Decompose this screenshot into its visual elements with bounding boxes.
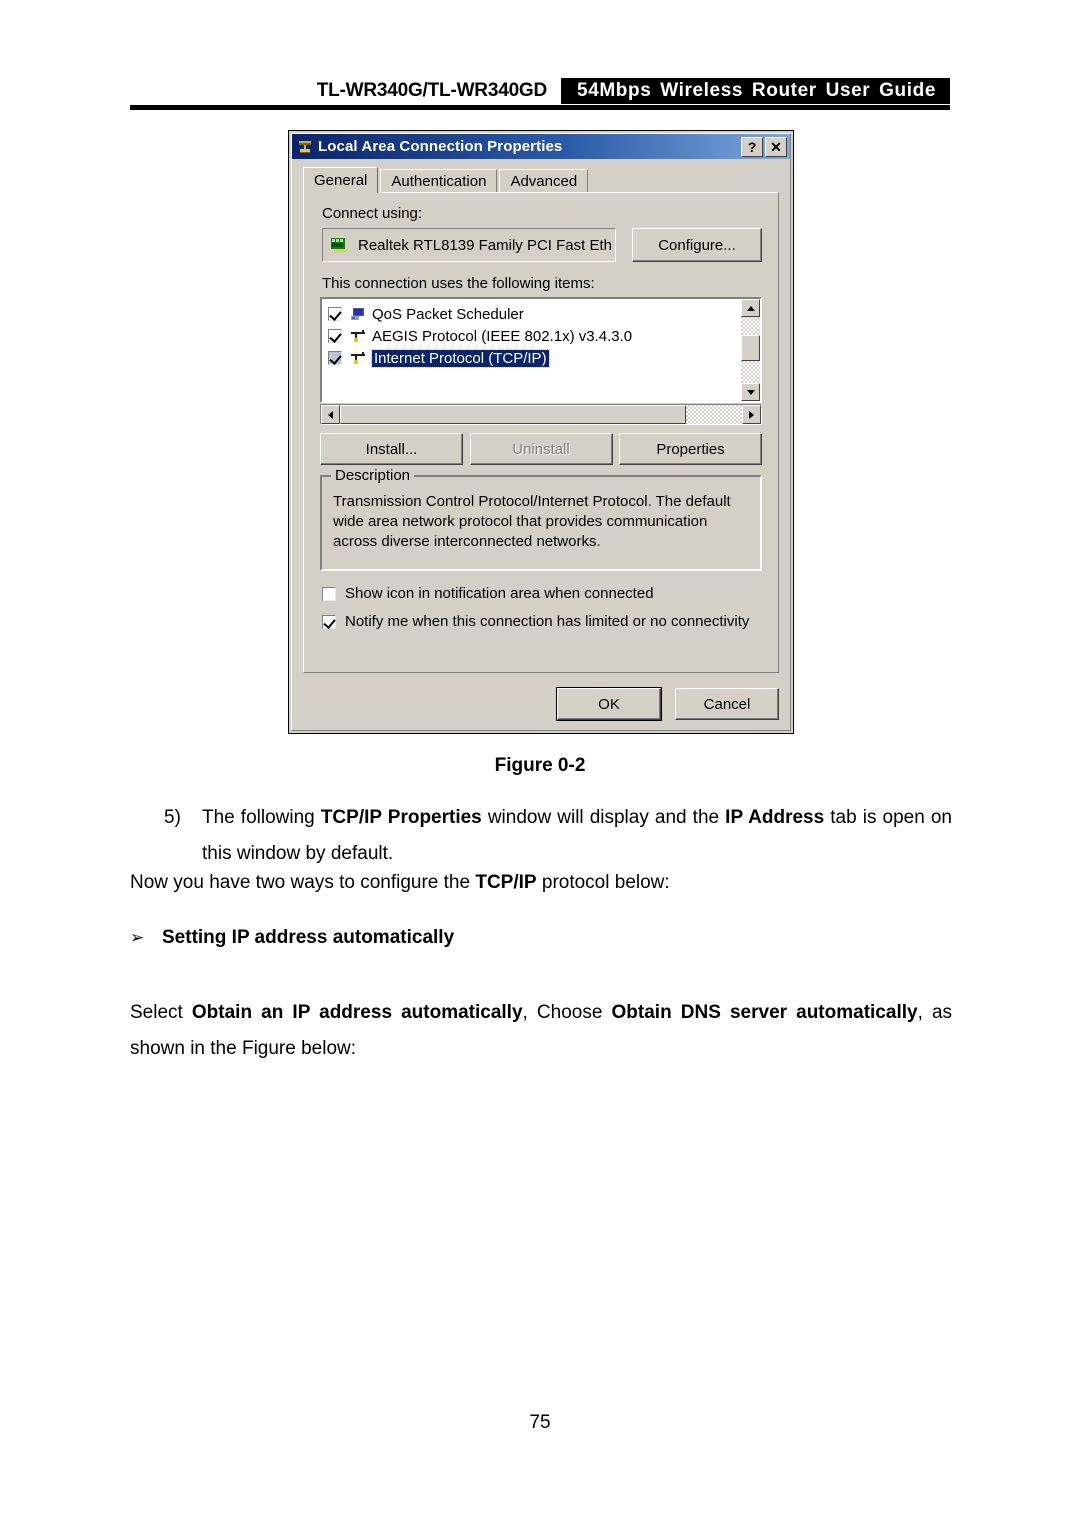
- step-5-bold-ip-address: IP Address: [725, 807, 825, 828]
- para1-bold-tcpip: TCP/IP: [475, 872, 537, 893]
- components-list: QoS Packet Scheduler AEGIS Protocol (IEE…: [322, 299, 741, 401]
- notify-me-checkbox-row[interactable]: Notify me when this connection has limit…: [322, 613, 749, 630]
- listbox-vertical-scrollbar[interactable]: [741, 299, 760, 401]
- header-model-text: TL-WR340G/TL-WR340GD: [316, 80, 548, 101]
- description-groupbox: Description Transmission Control Protoco…: [320, 467, 762, 571]
- close-icon[interactable]: ✕: [765, 136, 787, 157]
- step-5-text: The following TCP/IP Properties window w…: [202, 800, 952, 872]
- checkbox-qos-packet-scheduler[interactable]: [328, 307, 342, 321]
- help-icon[interactable]: ?: [741, 136, 763, 157]
- para2-bold-obtain-ip: Obtain an IP address automatically: [191, 1002, 523, 1023]
- ok-button[interactable]: OK: [556, 687, 662, 721]
- list-item[interactable]: QoS Packet Scheduler: [328, 303, 741, 325]
- connect-using-text: Connect using:: [322, 205, 423, 222]
- bullet-arrow-icon: ➢: [130, 928, 145, 947]
- list-item-label: QoS Packet Scheduler: [372, 305, 524, 323]
- hscroll-thumb[interactable]: [340, 405, 686, 424]
- page-number: 75: [529, 1412, 551, 1433]
- show-icon-checkbox-label: Show icon in notification area when conn…: [345, 585, 654, 602]
- page-header: TL-WR340G/TL-WR340GD 54Mbps Wireless Rou…: [130, 78, 950, 110]
- cancel-button[interactable]: Cancel: [675, 688, 779, 720]
- vscroll-thumb[interactable]: [741, 335, 760, 361]
- list-item[interactable]: Internet Protocol (TCP/IP): [328, 347, 741, 369]
- dialog-tabstrip: General Authentication Advanced: [303, 167, 779, 193]
- bullet-heading-text: Setting IP address automatically: [162, 927, 455, 948]
- tab-authentication[interactable]: Authentication: [380, 169, 498, 193]
- configure-button[interactable]: Configure...: [632, 228, 762, 262]
- para1-part-b: protocol below:: [536, 872, 670, 893]
- scroll-up-icon[interactable]: [741, 299, 760, 317]
- hscroll-track[interactable]: [340, 405, 742, 424]
- install-button[interactable]: Install...: [320, 433, 463, 465]
- uninstall-button: Uninstall: [469, 433, 613, 465]
- scroll-down-icon[interactable]: [741, 383, 760, 401]
- local-area-connection-properties-dialog: Local Area Connection Properties ? ✕ Gen…: [288, 130, 794, 734]
- step-5: 5) The following TCP/IP Properties windo…: [130, 800, 952, 872]
- checkbox-aegis-protocol[interactable]: [328, 329, 342, 343]
- step-5-text-part2: window will display and the: [481, 807, 726, 828]
- list-item[interactable]: AEGIS Protocol (IEEE 802.1x) v3.4.3.0: [328, 325, 741, 347]
- dialog-title-text: Local Area Connection Properties: [318, 138, 563, 155]
- figure-caption: Figure 0-2: [494, 755, 586, 776]
- list-item-label: AEGIS Protocol (IEEE 802.1x) v3.4.3.0: [372, 327, 633, 345]
- listbox-horizontal-scrollbar[interactable]: [320, 404, 762, 425]
- scroll-left-icon[interactable]: [321, 405, 340, 424]
- description-groupbox-title: Description: [331, 467, 415, 484]
- list-item-label: Internet Protocol (TCP/IP): [371, 348, 550, 368]
- description-text: Transmission Control Protocol/Internet P…: [333, 493, 731, 550]
- components-listbox[interactable]: QoS Packet Scheduler AEGIS Protocol (IEE…: [320, 297, 762, 403]
- protocol-icon: [350, 351, 368, 365]
- para2-part-b: , Choose: [522, 1002, 612, 1023]
- connect-using-label: Connect using:: [322, 205, 422, 222]
- scroll-right-icon[interactable]: [742, 405, 761, 424]
- para2-part-a: Select: [130, 1002, 192, 1023]
- dialog-footer: OK Cancel: [303, 687, 779, 721]
- paragraph-select-obtain: Select Obtain an IP address automaticall…: [130, 995, 952, 1067]
- checkbox-show-icon-notification-area[interactable]: [322, 586, 336, 601]
- protocol-icon: [350, 329, 368, 343]
- network-adapter-name: Realtek RTL8139 Family PCI Fast Eth: [358, 236, 612, 254]
- step-5-bold-tcpip-properties: TCP/IP Properties: [320, 807, 482, 828]
- dialog-titlebar: Local Area Connection Properties ? ✕: [292, 134, 790, 159]
- network-adapter-icon: [331, 238, 348, 252]
- vscroll-track[interactable]: [741, 317, 760, 383]
- qos-scheduler-icon: [350, 307, 368, 321]
- tab-advanced[interactable]: Advanced: [499, 169, 589, 193]
- properties-button[interactable]: Properties: [619, 433, 762, 465]
- checkbox-internet-protocol-tcpip[interactable]: [328, 351, 342, 365]
- items-label: This connection uses the following items…: [322, 275, 595, 292]
- para1-part-a: Now you have two ways to configure the: [130, 872, 476, 893]
- header-title-band: 54Mbps Wireless Router User Guide: [561, 78, 950, 104]
- tab-general[interactable]: General: [303, 167, 379, 193]
- step-5-number: 5): [164, 807, 181, 828]
- paragraph-two-ways: Now you have two ways to configure the T…: [130, 865, 952, 901]
- component-action-buttons: Install... Uninstall Properties: [320, 433, 762, 465]
- show-icon-checkbox-row[interactable]: Show icon in notification area when conn…: [322, 585, 654, 602]
- network-adapter-field[interactable]: Realtek RTL8139 Family PCI Fast Eth: [322, 228, 616, 262]
- header-divider-rule: [130, 105, 950, 110]
- para2-bold-obtain-dns: Obtain DNS server automatically: [611, 1002, 918, 1023]
- network-connection-icon: [296, 138, 314, 156]
- connect-using-row: Realtek RTL8139 Family PCI Fast Eth Conf…: [322, 228, 762, 262]
- checkbox-notify-limited-connectivity[interactable]: [322, 614, 336, 629]
- notify-me-checkbox-label: Notify me when this connection has limit…: [345, 613, 750, 630]
- step-5-text-part1: The following: [202, 807, 321, 828]
- bullet-setting-ip-automatically: ➢ Setting IP address automatically: [130, 920, 952, 956]
- general-tab-panel: Connect using: Realtek RTL8139 Family PC…: [303, 192, 779, 673]
